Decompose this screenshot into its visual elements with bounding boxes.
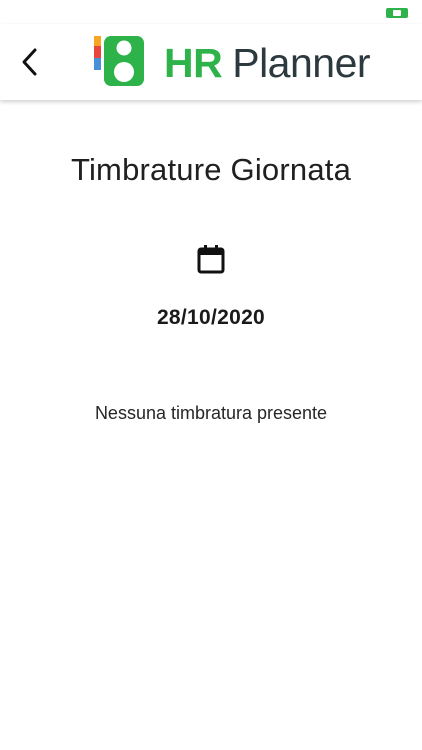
app-header: HR Planner xyxy=(0,24,422,100)
status-indicator-icon xyxy=(386,8,408,18)
logo-mark-icon xyxy=(94,36,144,86)
logo-hr-text: HR xyxy=(164,40,223,86)
calendar-icon xyxy=(197,245,225,274)
calendar-button[interactable] xyxy=(195,242,227,276)
selected-date: 28/10/2020 xyxy=(156,306,266,329)
logo-wordmark: HR Planner xyxy=(164,34,371,92)
back-button[interactable] xyxy=(10,40,50,84)
hr-planner-logo: HR Planner xyxy=(94,34,371,92)
status-bar xyxy=(0,0,422,24)
logo-planner-text: Planner xyxy=(232,40,371,86)
empty-state-message: Nessuna timbratura presente xyxy=(94,403,328,423)
page-title: Timbrature Giornata xyxy=(70,152,352,187)
chevron-left-icon xyxy=(22,48,37,76)
